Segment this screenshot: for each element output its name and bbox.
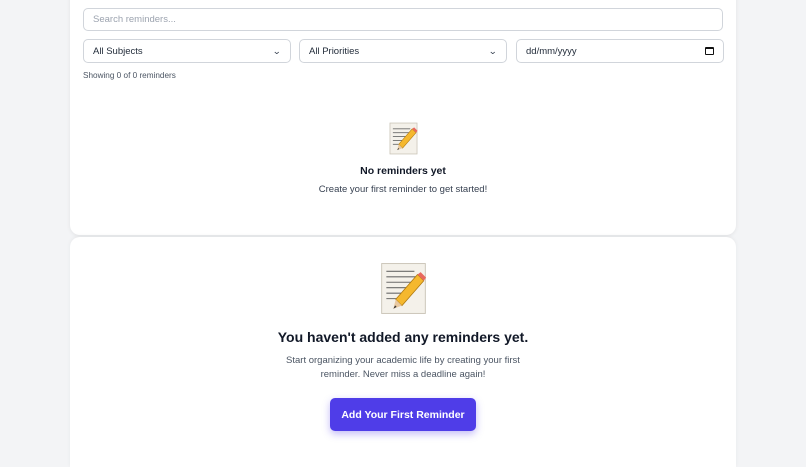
memo-icon <box>381 263 427 314</box>
reminders-list-card <box>70 0 736 235</box>
calendar-icon[interactable] <box>705 47 714 55</box>
priority-filter-select[interactable]: All Priorities ⌄ <box>299 39 507 63</box>
memo-icon <box>389 122 418 155</box>
search-input[interactable] <box>83 8 723 31</box>
date-filter-value: dd/mm/yyyy <box>526 45 577 57</box>
date-filter-input[interactable]: dd/mm/yyyy <box>516 39 724 63</box>
subject-filter-select[interactable]: All Subjects ⌄ <box>83 39 291 63</box>
subject-filter-value: All Subjects <box>93 45 143 57</box>
add-first-reminder-button[interactable]: Add Your First Reminder <box>330 398 476 431</box>
results-count: Showing 0 of 0 reminders <box>83 71 176 80</box>
chevron-down-icon: ⌄ <box>272 45 282 56</box>
empty-list-title: No reminders yet <box>360 165 446 177</box>
chevron-down-icon: ⌄ <box>488 45 498 56</box>
empty-list-subtitle: Create your first reminder to get starte… <box>318 184 488 195</box>
empty-state-title: You haven't added any reminders yet. <box>277 329 529 345</box>
empty-state-description: Start organizing your academic life by c… <box>286 355 520 380</box>
priority-filter-value: All Priorities <box>309 45 360 57</box>
